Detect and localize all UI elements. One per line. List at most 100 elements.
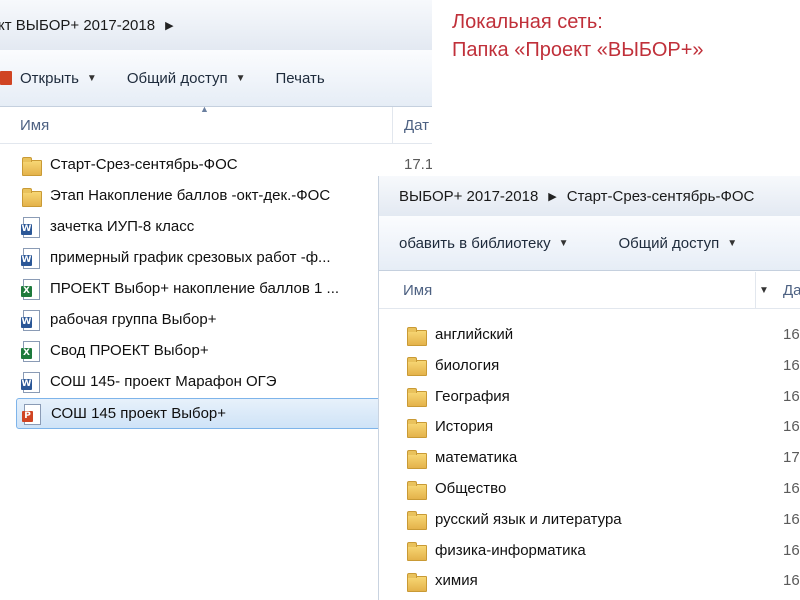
address-bar[interactable]: кт ВЫБОР+ 2017-2018 ▶ [0,0,432,51]
folder-icon [405,539,427,562]
folder-list-item[interactable]: Общество [405,474,755,503]
folder-date: 16 [783,387,800,405]
folder-icon [405,416,427,438]
folder-name: Общество [435,480,507,497]
folder-list-item[interactable]: История [405,412,755,441]
folder-date: 16 [783,480,800,497]
file-list-item[interactable]: Старт-Срез-сентябрь-ФОС [20,150,390,179]
ppt-icon: P [21,403,43,425]
chevron-down-icon[interactable]: ▼ [759,285,769,296]
share-label: Общий доступ [618,234,720,252]
folder-name: История [435,418,494,436]
print-button[interactable]: Печать [276,70,325,87]
folder-icon [405,478,427,500]
share-button[interactable]: Общий доступ ▼ [618,235,737,252]
folder-list-item[interactable]: русский язык и литература [405,505,755,534]
folder-icon [405,570,427,592]
share-label: Общий доступ [126,69,228,87]
folder-date: 17 [783,449,800,467]
folder-name: математика [435,449,518,467]
caption-line: Папка «Проект «ВЫБОР+» [452,39,704,61]
folder-icon [405,354,427,377]
chevron-right-icon[interactable]: ▶ [548,190,556,203]
caption-line: Локальная сеть: [452,11,603,33]
file-list-item[interactable]: P СОШ 145 проект Выбор+ [16,398,396,429]
column-header-date[interactable]: Дат [404,117,429,134]
chevron-down-icon: ▼ [558,237,569,249]
toolbar: Открыть ▼ Общий доступ ▼ Печать [0,50,432,107]
add-to-library-label: обавить в библиотеку [399,234,551,252]
folder-name: биология [435,356,500,374]
file-name: зачетка ИУП-8 класс [50,218,195,235]
column-divider[interactable] [392,107,393,143]
folder-list-item[interactable]: биология [405,351,755,380]
print-label: Печать [275,69,325,87]
breadcrumb-segment[interactable]: ВЫБОР+ 2017-2018 [399,188,538,205]
share-button[interactable]: Общий доступ ▼ [127,70,246,87]
add-to-library-button[interactable]: обавить в библиотеку ▼ [399,235,568,252]
folder-date: 16 [783,356,800,374]
open-label: Открыть [20,69,79,87]
file-list-item[interactable]: Этап Накопление баллов -окт-дек.-ФОС [20,181,390,210]
chevron-down-icon: ▼ [86,72,97,84]
folder-icon [20,154,42,176]
file-list-item[interactable]: Wзачетка ИУП-8 класс [20,212,390,241]
file-name: примерный график срезовых работ -ф... [50,249,331,266]
folder-list-item[interactable]: английский [405,320,755,349]
word-icon: W [20,371,42,393]
word-icon: W [20,247,42,269]
file-list-item[interactable]: X ПРОЕКТ Выбор+ накопление баллов 1 ... [20,274,390,303]
column-header-row: Имя ▲ Дат [0,104,432,144]
explorer-window-subfolder: ВЫБОР+ 2017-2018 ▶ Старт-Срез-сентябрь-Ф… [378,176,800,600]
file-list-item[interactable]: Wрабочая группа Выбор+ [20,305,390,334]
file-list-item[interactable]: X Свод ПРОЕКТ Выбор+ [20,336,390,365]
column-header-name[interactable]: Имя [20,117,49,134]
file-name: ПРОЕКТ Выбор+ накопление баллов 1 ... [50,280,340,297]
folder-name: физика-информатика [435,541,586,559]
file-name: СОШ 145 проект Выбор+ [51,405,227,422]
explorer-window-main: кт ВЫБОР+ 2017-2018 ▶ Открыть ▼ Общий до… [0,0,432,452]
folder-list-item[interactable]: География [405,382,755,411]
sort-up-icon: ▲ [200,104,209,114]
slide-caption: Локальная сеть: Папка «Проект «ВЫБОР+» [452,8,704,64]
toolbar: обавить в библиотеку ▼ Общий доступ ▼ [379,216,800,271]
breadcrumb-segment[interactable]: кт ВЫБОР+ 2017-2018 [0,17,155,34]
folder-date: 16 [783,326,800,343]
column-header-name[interactable]: Имя [403,282,432,299]
file-list-item[interactable]: Wпримерный график срезовых работ -ф... [20,243,390,272]
folder-icon [405,447,427,469]
file-name: СОШ 145- проект Марафон ОГЭ [50,373,277,390]
address-bar[interactable]: ВЫБОР+ 2017-2018 ▶ Старт-Срез-сентябрь-Ф… [379,176,800,217]
file-list-item[interactable]: W СОШ 145- проект Марафон ОГЭ [20,367,390,396]
folder-name: английский [435,326,514,343]
excel-icon: X [20,340,42,362]
folder-name: химия [435,572,478,590]
folder-icon [405,324,427,346]
file-name: Свод ПРОЕКТ Выбор+ [50,342,209,359]
chevron-down-icon: ▼ [727,237,738,249]
open-button[interactable]: Открыть ▼ [0,70,97,87]
folder-date: 16 [783,572,800,590]
word-icon: W [20,216,42,238]
open-icon [0,71,12,85]
column-divider[interactable] [755,272,756,308]
folder-name: русский язык и литература [435,510,622,528]
column-header-row: Имя ▼ Да [379,272,800,309]
folder-list-item[interactable]: физика-информатика [405,536,755,565]
chevron-right-icon[interactable]: ▶ [165,19,173,32]
folder-icon [20,185,42,207]
column-header-date[interactable]: Да [783,282,800,299]
chevron-down-icon: ▼ [235,72,246,84]
breadcrumb-segment[interactable]: Старт-Срез-сентябрь-ФОС [567,188,755,205]
folder-date: 16 [783,510,800,528]
file-date: 17.1 [404,156,432,173]
folder-icon [405,385,427,408]
folder-icon [405,508,427,531]
folder-list-item[interactable]: математика [405,443,755,472]
word-icon: W [20,309,42,331]
folder-list-item[interactable]: химия [405,566,755,595]
file-name: Старт-Срез-сентябрь-ФОС [50,156,238,173]
folder-date: 16 [783,541,800,559]
file-name: Этап Накопление баллов -окт-дек.-ФОС [50,187,331,204]
file-name: рабочая группа Выбор+ [50,311,217,328]
